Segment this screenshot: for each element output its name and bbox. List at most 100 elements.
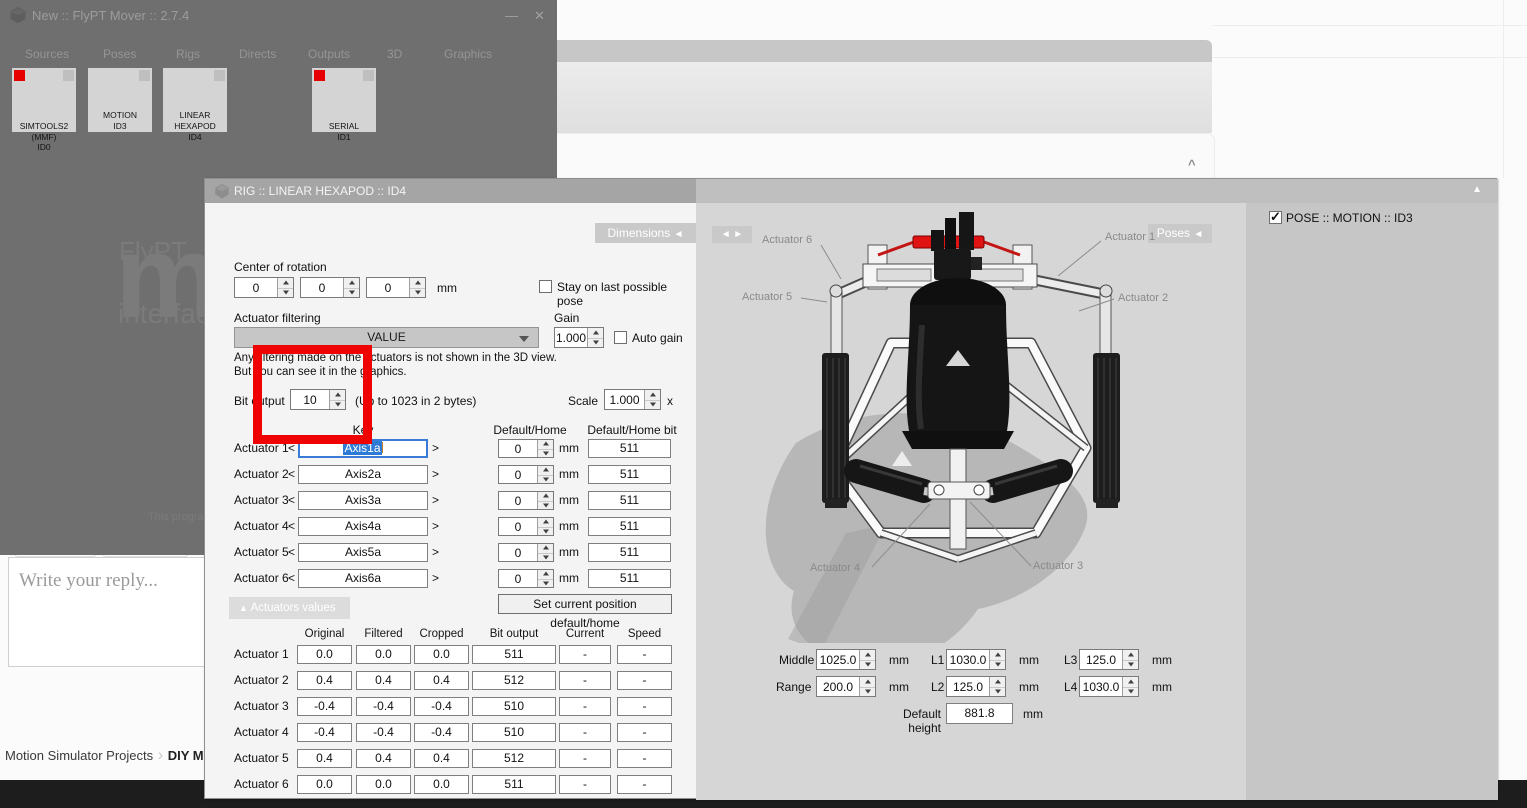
actuator6-key-input[interactable]: Axis6a xyxy=(298,569,428,588)
spin-buttons[interactable] xyxy=(1122,650,1138,669)
actuator-key-row: Actuator 4 < Axis4a > 0 mm 511 xyxy=(216,517,696,536)
module-card-linear-hexapod[interactable]: LINEAR HEXAPOD ID4 xyxy=(163,68,227,132)
spin-buttons[interactable] xyxy=(1122,677,1138,696)
actuator5-home-spinner[interactable]: 0 xyxy=(498,543,554,562)
set-default-home-button[interactable]: Set current position default/home xyxy=(498,594,672,614)
rig-3d-viewport[interactable]: ◄ ► Poses ◄ Actuator 6 Actuator 5 Actuat… xyxy=(696,203,1246,800)
tab-rigs[interactable]: Rigs xyxy=(176,47,200,61)
rig-titlebar[interactable]: RIG :: LINEAR HEXAPOD :: ID4 xyxy=(205,179,696,203)
spin-buttons[interactable] xyxy=(343,278,359,297)
angle-close: > xyxy=(432,493,439,507)
values-table-row: Actuator 2 0.4 0.4 0.4 512 - - xyxy=(216,671,696,690)
actuator4-key-input[interactable]: Axis4a xyxy=(298,517,428,536)
tab-graphics[interactable]: Graphics xyxy=(444,47,492,61)
module-card-simtools2[interactable]: SIMTOOLS2 (MMF) ID0 xyxy=(12,68,76,132)
cell-current: - xyxy=(559,671,611,690)
tab-directs[interactable]: Directs xyxy=(239,47,276,61)
rotation-z-spinner[interactable]: 0 xyxy=(366,277,426,298)
rotation-y-spinner[interactable]: 0 xyxy=(300,277,360,298)
actuators-values-toggle[interactable]: ▲ Actuators values xyxy=(229,597,350,619)
dimensions-button[interactable]: Dimensions ◄ xyxy=(595,223,696,243)
spin-buttons[interactable] xyxy=(859,677,875,696)
stay-last-pose-checkbox[interactable] xyxy=(539,280,552,293)
collapse-chevron-icon[interactable]: ^ xyxy=(1188,157,1196,172)
spin-buttons[interactable] xyxy=(537,466,553,483)
cell-filtered: 0.0 xyxy=(356,645,411,664)
spin-buttons[interactable] xyxy=(409,278,425,297)
collapse-left-icon: ◄ xyxy=(1193,229,1203,240)
spin-buttons[interactable] xyxy=(277,278,293,297)
spin-buttons[interactable] xyxy=(989,650,1005,669)
cell-bit-output: 512 xyxy=(472,671,556,690)
home-value: 0 xyxy=(499,466,537,483)
actuator5-key-input[interactable]: Axis5a xyxy=(298,543,428,562)
auto-gain-label: Auto gain xyxy=(632,331,683,345)
card-option-icon xyxy=(139,70,150,81)
cell-original: 0.4 xyxy=(297,749,352,768)
cell-original: -0.4 xyxy=(297,723,352,742)
actuator3-home-spinner[interactable]: 0 xyxy=(498,491,554,510)
actuator6-home-spinner[interactable]: 0 xyxy=(498,569,554,588)
reply-input[interactable]: Write your reply... xyxy=(8,557,230,667)
actuator2-home-spinner[interactable]: 0 xyxy=(498,465,554,484)
view-nav-buttons[interactable]: ◄ ► xyxy=(712,226,752,243)
spin-buttons[interactable] xyxy=(537,518,553,535)
actuator2-key-input[interactable]: Axis2a xyxy=(298,465,428,484)
actuator1-home-spinner[interactable]: 0 xyxy=(498,439,554,458)
scale-suffix: x xyxy=(667,394,673,408)
spin-buttons[interactable] xyxy=(989,677,1005,696)
tab-outputs[interactable]: Outputs xyxy=(308,47,350,61)
spin-buttons[interactable] xyxy=(859,650,875,669)
angle-open: < xyxy=(288,545,295,559)
tab-3d[interactable]: 3D xyxy=(387,47,402,61)
l4-spinner[interactable]: 1030.0 xyxy=(1079,676,1139,697)
l1-spinner[interactable]: 1030.0 xyxy=(946,649,1006,670)
spin-buttons[interactable] xyxy=(537,544,553,561)
close-button[interactable]: ✕ xyxy=(534,8,545,24)
l3-spinner[interactable]: 125.0 xyxy=(1079,649,1139,670)
tab-poses[interactable]: Poses xyxy=(103,47,136,61)
cell-cropped: -0.4 xyxy=(414,697,469,716)
actuator4-home-spinner[interactable]: 0 xyxy=(498,517,554,536)
poses-button[interactable]: Poses ◄ xyxy=(1148,224,1212,243)
cell-current: - xyxy=(559,749,611,768)
middle-spinner[interactable]: 1025.0 xyxy=(816,649,876,670)
l2-spinner[interactable]: 125.0 xyxy=(946,676,1006,697)
dropdown-arrow-icon xyxy=(519,336,529,347)
spin-buttons[interactable] xyxy=(537,492,553,509)
spin-buttons[interactable] xyxy=(644,390,660,409)
collapse-window-icon[interactable]: ▲ xyxy=(1472,184,1482,195)
gain-spinner[interactable]: 1.000 xyxy=(554,327,604,348)
tab-sources[interactable]: Sources xyxy=(25,47,69,61)
col-header-bit-output: Bit output xyxy=(472,628,556,640)
rotation-x-spinner[interactable]: 0 xyxy=(234,277,294,298)
page-row-divider xyxy=(1213,57,1527,58)
col-header-speed: Speed xyxy=(617,628,672,640)
range-spinner[interactable]: 200.0 xyxy=(816,676,876,697)
collapse-left-icon: ◄ xyxy=(674,229,684,240)
cell-speed: - xyxy=(617,697,672,716)
actuator3-key-input[interactable]: Axis3a xyxy=(298,491,428,510)
spin-buttons[interactable] xyxy=(537,440,553,457)
actuator-key-row: Actuator 2 < Axis2a > 0 mm 511 xyxy=(216,465,696,484)
minimize-button[interactable]: — xyxy=(505,8,518,23)
angle-close: > xyxy=(432,571,439,585)
auto-gain-checkbox[interactable] xyxy=(614,331,627,344)
stay-last-pose-label: Stay on last possible pose xyxy=(557,280,696,308)
view-label-actuator2: Actuator 2 xyxy=(1118,292,1168,304)
default-home-header: Default/Home xyxy=(484,423,576,437)
unit-label: mm xyxy=(889,680,909,694)
module-card-motion[interactable]: MOTION ID3 xyxy=(88,68,152,132)
module-card-serial[interactable]: SERIAL ID1 xyxy=(312,68,376,132)
spin-buttons[interactable] xyxy=(537,570,553,587)
scale-value: 1.000 xyxy=(605,390,644,409)
cell-bit-output: 510 xyxy=(472,697,556,716)
spin-buttons[interactable] xyxy=(587,328,603,347)
actuator-key-row: Actuator 3 < Axis3a > 0 mm 511 xyxy=(216,491,696,510)
scale-spinner[interactable]: 1.000 xyxy=(604,389,661,410)
middle-value: 1025.0 xyxy=(817,650,859,669)
mover-titlebar[interactable]: New :: FlyPT Mover :: 2.7.4 — ✕ xyxy=(0,0,557,30)
pose-motion-checkbox[interactable] xyxy=(1269,211,1282,224)
breadcrumb-link-projects[interactable]: Motion Simulator Projects xyxy=(5,748,153,763)
cell-speed: - xyxy=(617,723,672,742)
